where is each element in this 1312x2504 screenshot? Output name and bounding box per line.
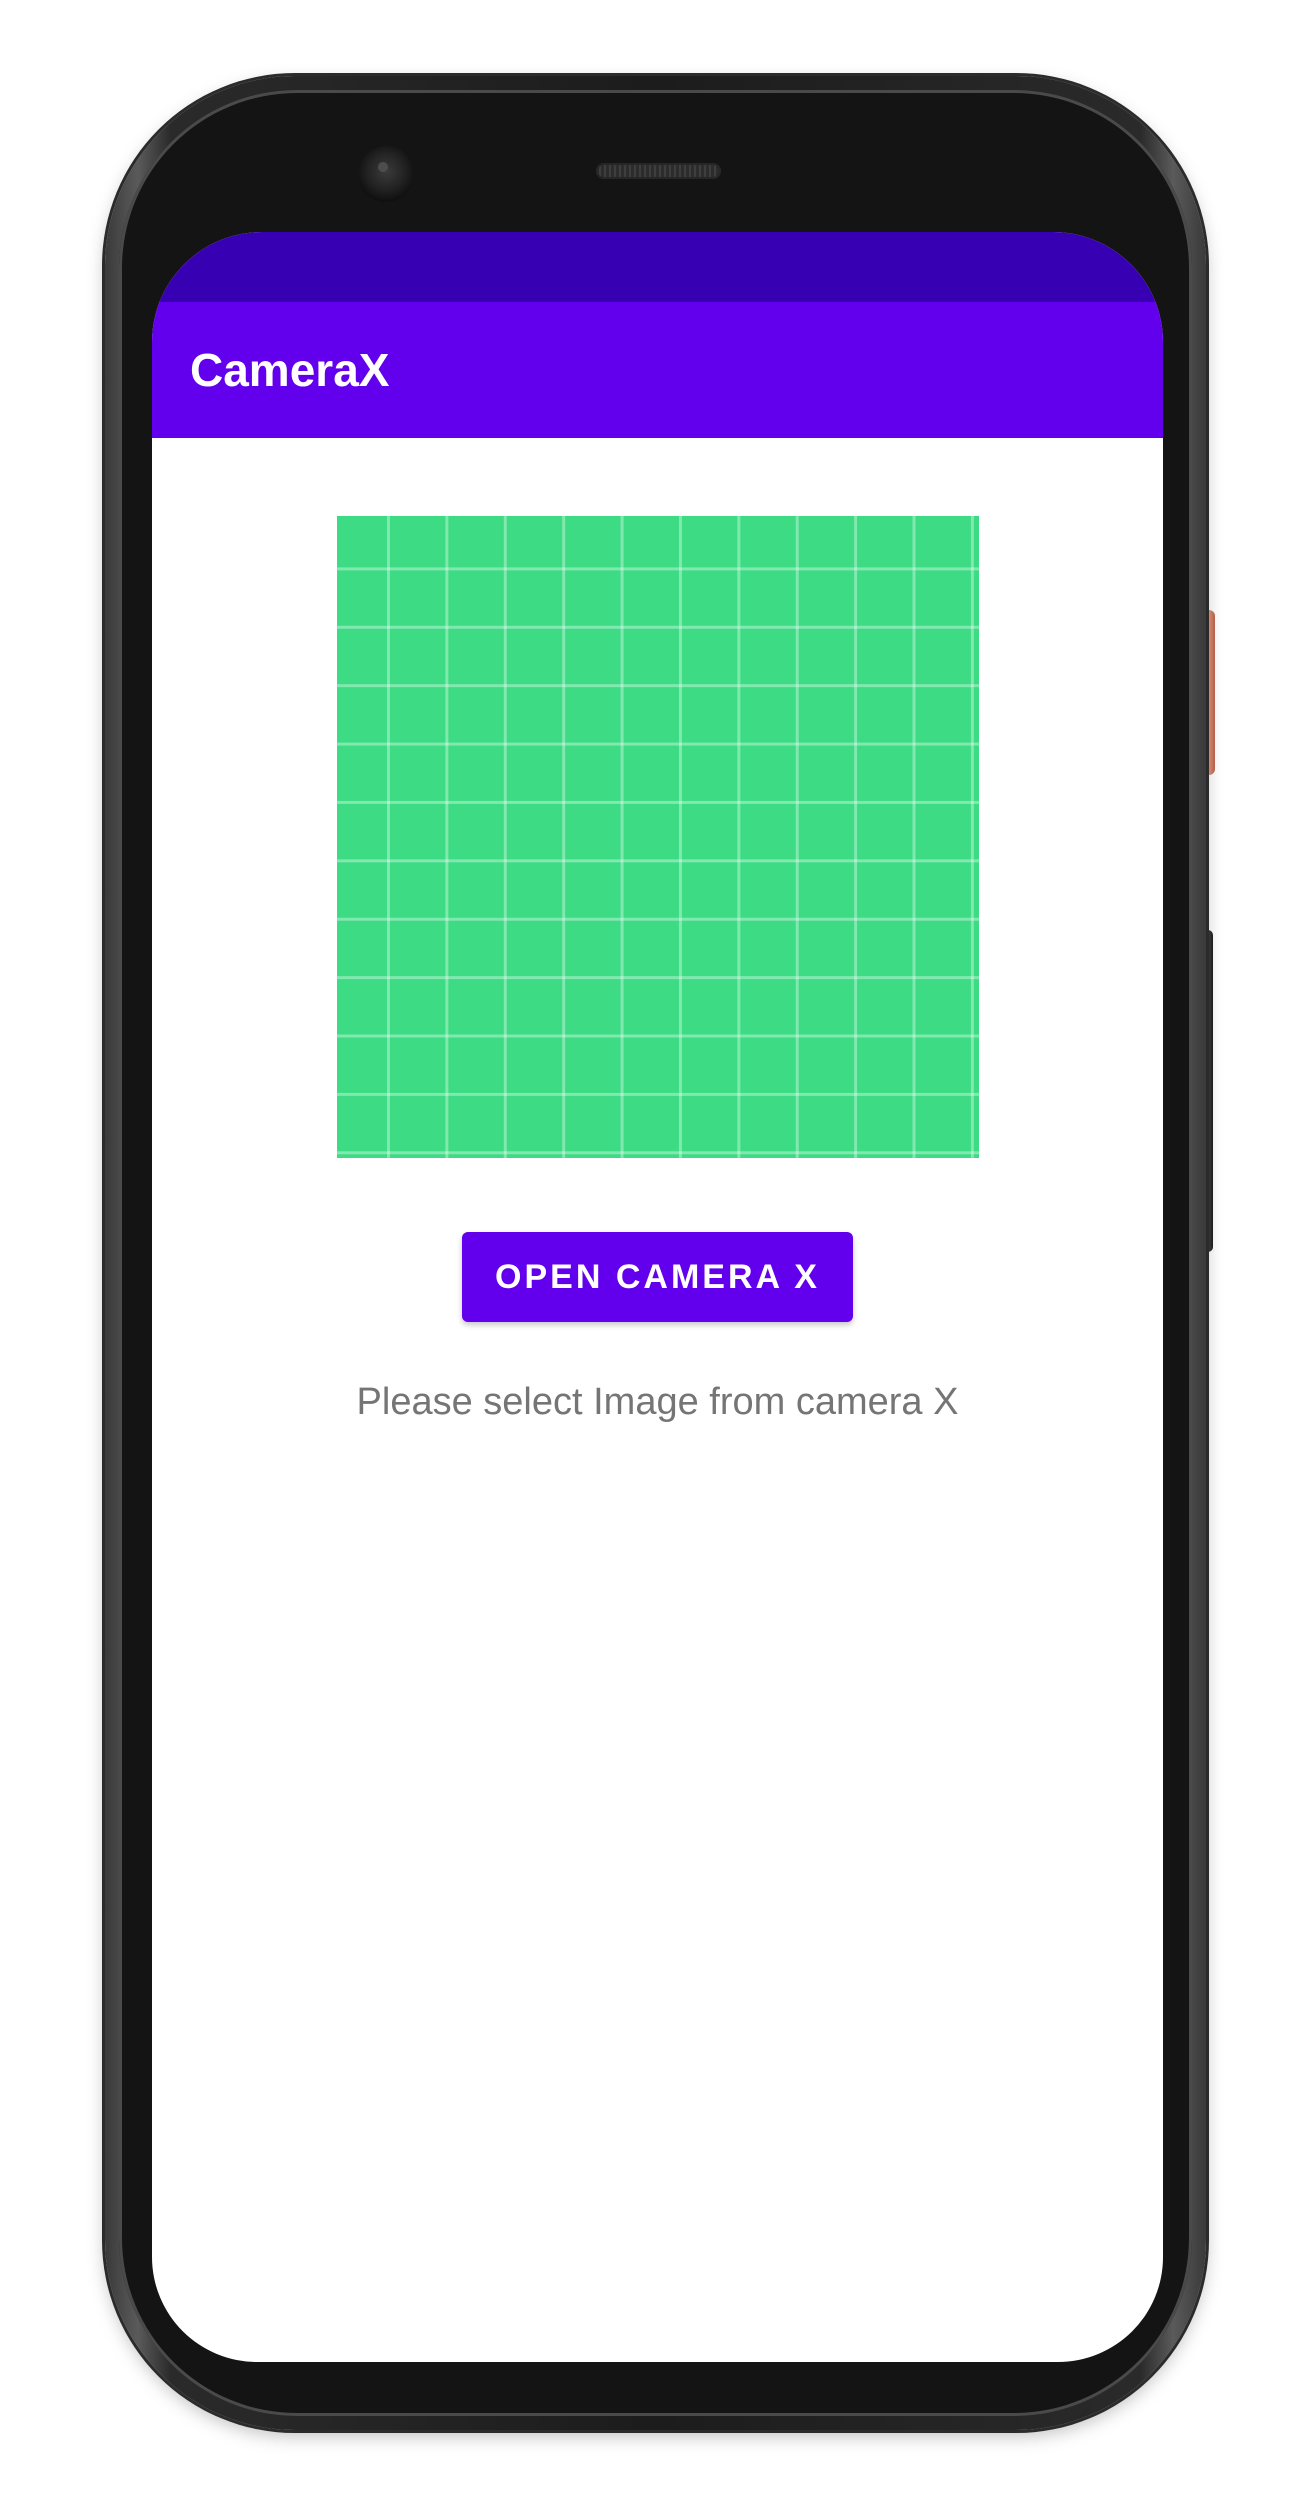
app-bar: CameraX <box>152 302 1163 438</box>
front-camera-icon <box>358 146 414 202</box>
earpiece-speaker <box>596 163 721 179</box>
status-bar <box>152 232 1163 302</box>
open-camera-button[interactable]: OPEN CAMERA X <box>462 1232 853 1322</box>
main-content: OPEN CAMERA X Please select Image from c… <box>152 438 1163 2362</box>
hint-text: Please select Image from camera X <box>356 1381 959 1423</box>
device-frame: CameraX OPEN CAMERA X Please select Imag… <box>0 0 1312 2504</box>
app-title: CameraX <box>190 344 390 396</box>
app-screen: CameraX OPEN CAMERA X Please select Imag… <box>152 232 1163 2362</box>
image-preview <box>337 516 979 1158</box>
